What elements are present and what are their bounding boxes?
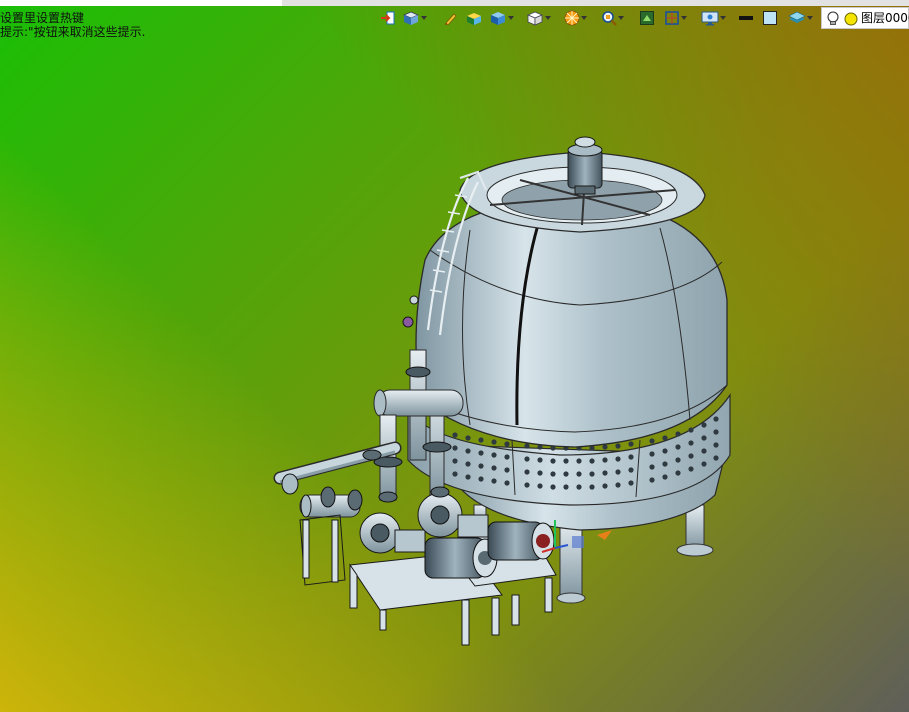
fan-motor <box>567 136 603 195</box>
3d-viewport[interactable]: 设置里设置热键 提示:"按钮来取消这些提示. 图层000 <box>0 0 909 712</box>
cooling-tower-model[interactable] <box>0 0 909 712</box>
